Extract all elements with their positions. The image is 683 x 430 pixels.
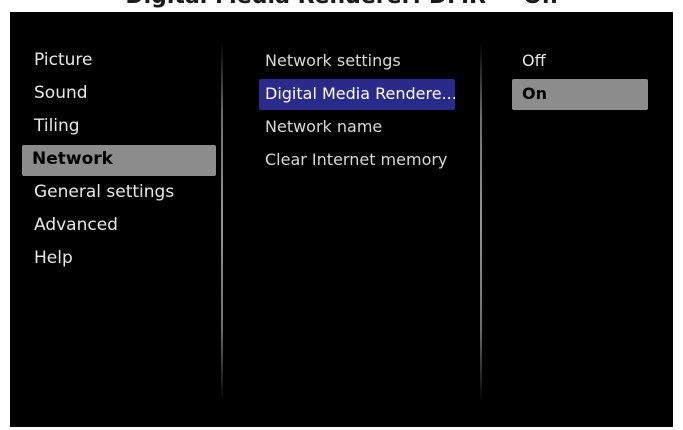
column-divider-left xyxy=(221,42,223,402)
submenu-item-network-settings[interactable]: Network settings xyxy=(259,46,459,77)
main-menu: Picture Sound Tiling Network General set… xyxy=(22,46,216,277)
submenu-item-clear-internet-memory[interactable]: Clear Internet memory xyxy=(259,145,459,176)
option-list: Off On xyxy=(512,46,648,112)
option-on[interactable]: On xyxy=(512,79,648,110)
submenu-item-digital-media-renderer[interactable]: Digital Media Rendere... xyxy=(259,79,455,110)
column-divider-right xyxy=(480,42,482,402)
menu-item-help[interactable]: Help xyxy=(22,244,216,275)
option-off[interactable]: Off xyxy=(512,46,648,77)
menu-item-advanced[interactable]: Advanced xyxy=(22,211,216,242)
menu-item-general-settings[interactable]: General settings xyxy=(22,178,216,209)
menu-item-sound[interactable]: Sound xyxy=(22,79,216,110)
network-submenu: Network settings Digital Media Rendere..… xyxy=(259,46,459,178)
page-caption: Digital Media Renderer: DMR — On xyxy=(0,0,683,9)
menu-item-tiling[interactable]: Tiling xyxy=(22,112,216,143)
tv-menu-screen: Picture Sound Tiling Network General set… xyxy=(10,12,673,427)
menu-item-network[interactable]: Network xyxy=(22,145,216,176)
menu-item-picture[interactable]: Picture xyxy=(22,46,216,77)
submenu-item-network-name[interactable]: Network name xyxy=(259,112,459,143)
